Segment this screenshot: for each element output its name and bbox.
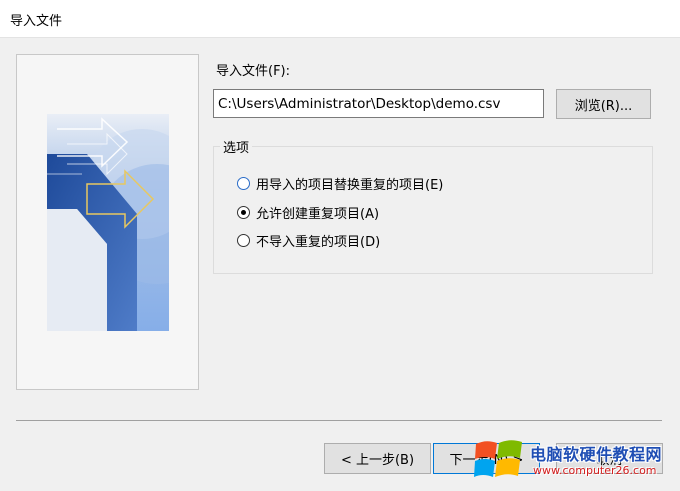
radio-button[interactable] <box>237 234 250 247</box>
option-label: 用导入的项目替换重复的项目(E) <box>256 178 444 193</box>
separator-line <box>16 420 662 421</box>
option-skip-duplicates[interactable]: 不导入重复的项目(D) <box>237 231 380 250</box>
wizard-image-panel <box>16 54 199 390</box>
windows-logo-icon <box>474 440 522 477</box>
option-label: 不导入重复的项目(D) <box>256 235 381 250</box>
radio-button-selected[interactable] <box>237 206 250 219</box>
radio-button[interactable] <box>237 177 250 190</box>
option-label: 允许创建重复项目(A) <box>256 207 380 222</box>
browse-button[interactable]: 浏览(R)... <box>556 89 651 119</box>
option-replace-duplicates[interactable]: 用导入的项目替换重复的项目(E) <box>237 174 443 193</box>
title-bar: 导入文件 <box>0 0 680 38</box>
watermark-url: www.computer26.com <box>533 464 657 477</box>
watermark-title: 电脑软硬件教程网 <box>530 445 663 464</box>
wizard-art-icon <box>47 114 169 331</box>
back-button[interactable]: < 上一步(B) <box>324 443 431 474</box>
import-file-label: 导入文件(F): <box>216 64 291 79</box>
site-watermark: 电脑软硬件教程网 www.computer26.com <box>470 436 680 491</box>
file-path-input[interactable] <box>213 89 544 118</box>
window-title: 导入文件 <box>10 14 63 29</box>
options-legend: 选项 <box>220 137 253 156</box>
option-allow-duplicates[interactable]: 允许创建重复项目(A) <box>237 203 379 222</box>
